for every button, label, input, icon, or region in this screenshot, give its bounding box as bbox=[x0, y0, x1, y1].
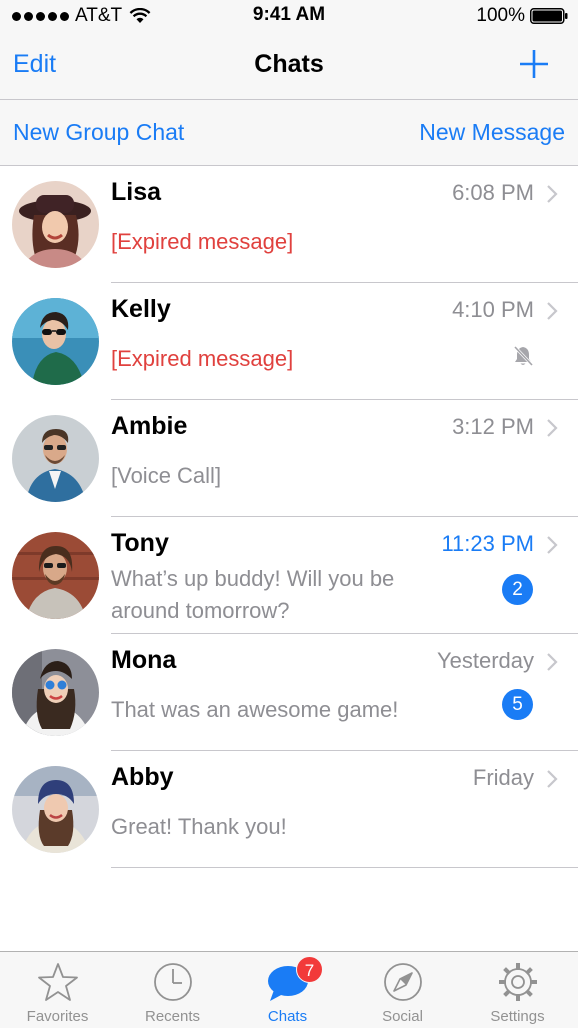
chat-row-mona[interactable]: Mona Yesterday That was an awesome game!… bbox=[0, 634, 578, 751]
avatar bbox=[12, 298, 99, 385]
message-preview: [Voice Call] bbox=[111, 463, 222, 488]
avatar bbox=[12, 181, 99, 268]
contact-name: Abby bbox=[111, 763, 174, 791]
tab-label: Settings bbox=[490, 1008, 545, 1025]
unread-count-badge: 5 bbox=[502, 689, 533, 720]
chevron-right-icon bbox=[547, 302, 558, 320]
page-title: Chats bbox=[254, 50, 324, 78]
tab-label: Chats bbox=[267, 1008, 308, 1025]
contact-name: Mona bbox=[111, 646, 177, 674]
chevron-right-icon bbox=[547, 536, 558, 554]
chat-row-tony[interactable]: Tony 11:23 PM What’s up buddy! Will you … bbox=[0, 517, 578, 634]
chat-time: 3:12 PM bbox=[452, 414, 534, 439]
tab-label: Social bbox=[382, 1008, 423, 1025]
chat-time: 6:08 PM bbox=[452, 180, 534, 205]
star-icon bbox=[37, 963, 78, 1001]
message-preview: [Expired message] bbox=[111, 346, 294, 371]
chat-time: 11:23 PM bbox=[441, 531, 534, 556]
unread-count-badge: 2 bbox=[502, 574, 533, 605]
compass-icon bbox=[383, 963, 422, 1001]
contact-name: Lisa bbox=[111, 178, 162, 206]
avatar bbox=[12, 649, 99, 736]
contact-name: Kelly bbox=[111, 295, 171, 323]
chat-row-kelly[interactable]: Kelly 4:10 PM [Expired message] bbox=[0, 283, 578, 400]
navigation-bar: Edit Chats bbox=[0, 32, 578, 100]
message-preview: [Expired message] bbox=[111, 229, 294, 254]
battery-icon bbox=[530, 8, 568, 24]
tab-recents[interactable]: Recents bbox=[115, 952, 230, 1028]
message-preview: Great! Thank you! bbox=[111, 814, 287, 839]
chat-row-abby[interactable]: Abby Friday Great! Thank you! bbox=[0, 751, 578, 868]
chevron-right-icon bbox=[547, 770, 558, 788]
avatar bbox=[12, 415, 99, 502]
message-preview-line: What’s up buddy! Will you be bbox=[111, 566, 395, 591]
chat-time: 4:10 PM bbox=[452, 297, 534, 322]
chat-row-lisa[interactable]: Lisa 6:08 PM [Expired message] bbox=[0, 166, 578, 283]
tab-unread-badge: 7 bbox=[296, 956, 323, 983]
contact-name: Tony bbox=[111, 529, 169, 557]
message-preview: That was an awesome game! bbox=[111, 697, 399, 722]
tab-social[interactable]: Social bbox=[345, 952, 460, 1028]
gear-icon bbox=[498, 963, 537, 1001]
chat-row-ambie[interactable]: Ambie 3:12 PM [Voice Call] bbox=[0, 400, 578, 517]
avatar bbox=[12, 766, 99, 853]
message-preview-line: around tomorrow? bbox=[111, 598, 290, 623]
tab-label: Recents bbox=[144, 1008, 201, 1025]
tab-favorites[interactable]: Favorites bbox=[0, 952, 115, 1028]
battery-percentage: 100% bbox=[476, 5, 525, 26]
add-chat-button[interactable] bbox=[518, 48, 550, 80]
muted-bell-icon bbox=[513, 345, 534, 367]
screen: AT&T 9:41 AM 100% Edit Chats New Group C… bbox=[0, 0, 578, 1028]
chat-actions-bar: New Group Chat New Message bbox=[0, 100, 578, 166]
chevron-right-icon bbox=[547, 185, 558, 203]
chevron-right-icon bbox=[547, 419, 558, 437]
chat-time: Friday bbox=[472, 765, 534, 790]
new-group-chat-button[interactable]: New Group Chat bbox=[13, 119, 184, 146]
chevron-right-icon bbox=[547, 653, 558, 671]
tab-chats[interactable]: 7 Chats bbox=[230, 952, 345, 1028]
status-right: 100% bbox=[476, 5, 568, 27]
avatar bbox=[12, 532, 99, 619]
message-preview: What’s up buddy! Will you be around tomo… bbox=[111, 563, 471, 627]
tab-settings[interactable]: Settings bbox=[460, 952, 575, 1028]
tab-label: Favorites bbox=[26, 1008, 89, 1025]
new-message-button[interactable]: New Message bbox=[419, 119, 565, 146]
chat-time: Yesterday bbox=[436, 648, 534, 673]
contact-name: Ambie bbox=[111, 412, 188, 440]
chat-list: Lisa 6:08 PM [Expired message] Kelly 4:1… bbox=[0, 166, 578, 868]
clock-icon bbox=[153, 963, 192, 1001]
tab-bar: Favorites Recents 7 Chats Social Setting… bbox=[0, 951, 578, 1028]
status-bar: AT&T 9:41 AM 100% bbox=[0, 0, 578, 32]
